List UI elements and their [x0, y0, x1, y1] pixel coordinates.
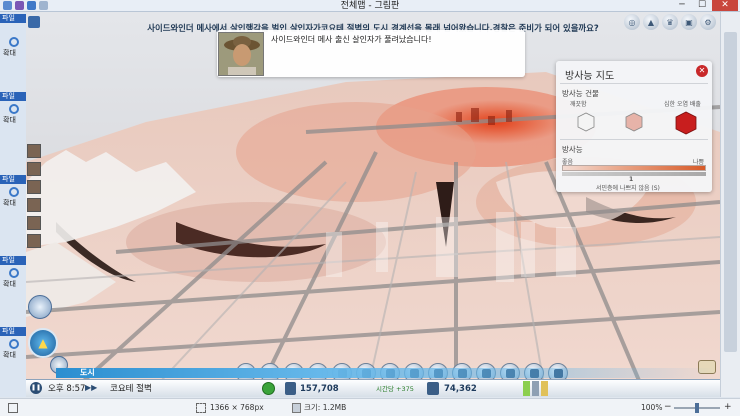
file-tab[interactable]: 파일 — [0, 175, 26, 184]
citizen-portrait[interactable] — [27, 234, 41, 248]
happiness-icon[interactable] — [262, 382, 275, 395]
city-specialization-button[interactable]: ▲ — [28, 328, 58, 358]
top-right-menu: ◎ ▲ ♛ ▣ ⚙ — [624, 14, 716, 30]
image-dimensions: 1366 × 768px — [210, 403, 264, 412]
stacked-paint-ribbons: 파일 확대 파일 확대 파일 확대 파일 확대 파일 확대 — [0, 12, 26, 397]
network-icon[interactable]: ◎ — [624, 14, 640, 30]
ribbon-3: 파일 확대 — [0, 175, 26, 208]
building-clean-label: 깨끗함 — [570, 101, 587, 108]
paint-window: 전체맵 - 그림판 ─ ☐ ✕ 파일 확대 파일 확대 파일 확대 파일 확대 — [0, 0, 740, 416]
file-tab[interactable]: 파일 — [0, 92, 26, 101]
zoom-icon[interactable] — [9, 187, 19, 197]
panel-title: 방사능 지도 — [565, 71, 615, 82]
trophy-icon[interactable]: ♛ — [662, 14, 678, 30]
title-bar: 전체맵 - 그림판 ─ ☐ ✕ — [0, 0, 740, 12]
level-hint: 서민층에 나쁘지 않음 (S) — [596, 185, 660, 192]
zoom-icon[interactable] — [9, 37, 19, 47]
pause-button[interactable]: ❚❚ — [30, 382, 42, 394]
minimize-button[interactable]: ─ — [672, 0, 692, 11]
zoom-icon[interactable] — [9, 104, 19, 114]
zoom-in-button[interactable]: + — [724, 402, 732, 412]
maximize-button[interactable]: ☐ — [692, 0, 712, 11]
ribbon-5: 파일 확대 — [0, 327, 26, 360]
region-menu-button[interactable] — [28, 295, 52, 319]
building-scale-icons — [577, 111, 697, 135]
vertical-scrollbar[interactable] — [720, 12, 740, 397]
citizen-portrait[interactable] — [27, 162, 41, 176]
ribbon-1: 파일 확대 — [0, 12, 26, 58]
demand-bars[interactable] — [523, 381, 551, 396]
divider — [560, 83, 708, 84]
radiation-gradient-bar — [562, 165, 706, 171]
citizen-portrait[interactable] — [27, 180, 41, 194]
zoom-level: 100% — [641, 403, 663, 412]
game-viewport[interactable]: 사이드와인더 메사에서 살인행각을 벌인 살인자가코요테 절벽의 도시 경계선을… — [26, 12, 720, 397]
level-section-label: 방사능 — [562, 145, 583, 154]
file-tab[interactable]: 파일 — [0, 256, 26, 265]
dimensions-icon — [196, 403, 206, 413]
window-title: 전체맵 - 그림판 — [340, 1, 400, 11]
panel-close-button[interactable]: ✕ — [696, 65, 708, 77]
zoom-slider-thumb[interactable] — [695, 403, 699, 413]
citizen-portraits — [27, 144, 43, 248]
population-value[interactable]: 74,362 — [444, 382, 477, 396]
level-cursor-marker: 1 — [629, 176, 634, 183]
move-cursor-icon — [8, 403, 18, 413]
scrollbar-thumb[interactable] — [724, 32, 737, 352]
zoom-label: 확대 — [3, 199, 16, 207]
ribbon-2: 파일 확대 — [0, 92, 26, 125]
gift-icon[interactable]: ▣ — [681, 14, 697, 30]
district-ribbon: 도시 — [56, 368, 716, 378]
zoom-icon[interactable] — [9, 339, 19, 349]
speed-button[interactable]: ▶▶ — [85, 382, 99, 394]
close-button[interactable]: ✕ — [712, 0, 738, 11]
suspect-portrait — [218, 32, 264, 76]
settings-icon[interactable]: ⚙ — [700, 14, 716, 30]
zoom-label: 확대 — [3, 351, 16, 359]
file-size-icon — [292, 403, 301, 413]
money-value[interactable]: 157,708 — [300, 382, 339, 396]
building-section-label: 방사능 건물 — [562, 89, 599, 98]
city-name[interactable]: 코요테 절벽 — [110, 382, 152, 396]
window-controls: ─ ☐ ✕ — [672, 0, 738, 11]
zoom-icon[interactable] — [9, 268, 19, 278]
popup-message: 사이드와인더 메사 출신 살인자가 풀려났습니다! — [271, 35, 432, 44]
file-tab[interactable]: 파일 — [0, 14, 26, 23]
divider — [560, 139, 708, 140]
game-status-bar: ❚❚ 오후 8:57 ▶▶ 코요테 절벽 157,708 시간당 +375 74… — [26, 379, 720, 397]
zoom-label: 확대 — [3, 280, 16, 288]
citizen-portrait[interactable] — [27, 144, 41, 158]
news-popup[interactable]: 사이드와인더 메사 출신 살인자가 풀려났습니다! — [217, 30, 525, 77]
citizen-portrait[interactable] — [27, 216, 41, 230]
district-label: 도시 — [80, 368, 95, 377]
population-icon — [427, 382, 439, 395]
citizen-portrait[interactable] — [27, 198, 41, 212]
zoom-slider[interactable] — [674, 403, 720, 413]
ribbon-4: 파일 확대 — [0, 256, 26, 289]
radiation-map-panel[interactable]: 방사능 지도 ✕ 방사능 건물 깨끗함 심한 오염 배출 방사능 좋음 나쁨 1… — [556, 61, 712, 192]
ranking-icon[interactable]: ▲ — [643, 14, 659, 30]
zoom-label: 확대 — [3, 116, 16, 124]
game-clock: 오후 8:57 — [48, 384, 86, 394]
file-size: 크기: 1.2MB — [304, 403, 347, 412]
hourly-income: 시간당 +375 — [376, 385, 414, 393]
money-icon — [285, 382, 296, 395]
radiation-secondary-bar — [562, 172, 706, 176]
zoom-out-button[interactable]: − — [664, 402, 672, 412]
building-polluting-label: 심한 오염 배출 — [664, 101, 701, 108]
paint-status-bar: 1366 × 768px 크기: 1.2MB 100% − + — [0, 398, 740, 416]
file-tab[interactable]: 파일 — [0, 327, 26, 336]
zoom-label: 확대 — [3, 49, 16, 57]
